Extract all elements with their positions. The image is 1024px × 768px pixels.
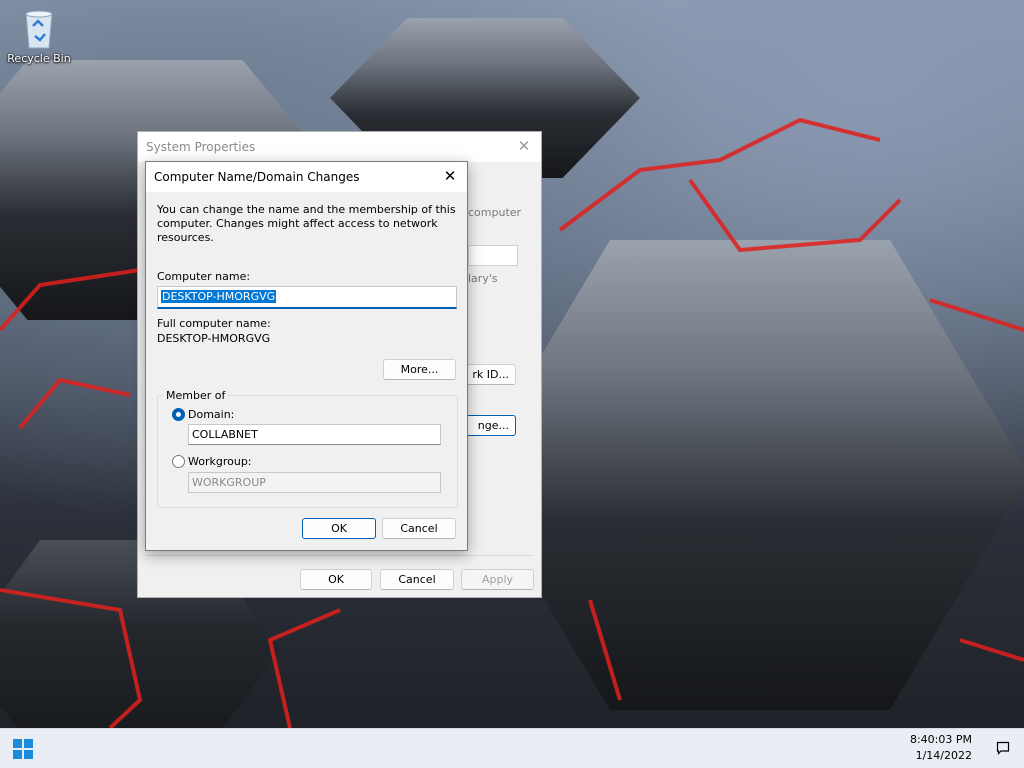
title-bar: Computer Name/Domain Changes ✕: [146, 162, 467, 193]
clock-time: 8:40:03 PM: [909, 733, 972, 746]
partial-input: [468, 245, 518, 266]
partial-text-library: lary's: [468, 272, 498, 285]
windows-logo-icon: [13, 750, 22, 759]
more-button[interactable]: More...: [383, 359, 456, 380]
apply-button[interactable]: Apply: [461, 569, 534, 590]
cancel-button[interactable]: Cancel: [380, 569, 454, 590]
ok-button[interactable]: OK: [300, 569, 372, 590]
dialog-description: You can change the name and the membersh…: [157, 203, 456, 244]
network-id-label: rk ID...: [472, 368, 509, 381]
clock-date: 1/14/2022: [915, 749, 972, 762]
domain-input[interactable]: COLLABNET: [188, 424, 441, 445]
title-bar: System Properties ✕: [138, 132, 541, 162]
window-title: System Properties: [146, 140, 256, 154]
close-icon[interactable]: ✕: [515, 137, 533, 155]
windows-logo-icon: [13, 739, 22, 748]
member-of-label: Member of: [163, 389, 229, 402]
domain-label: Domain:: [188, 408, 235, 421]
full-computer-name-value: DESKTOP-HMORGVG: [157, 332, 271, 345]
windows-logo-icon: [24, 750, 33, 759]
computer-name-input[interactable]: DESKTOP-HMORGVG: [157, 286, 457, 309]
partial-text-computer: computer: [468, 206, 522, 219]
computer-name-dialog: Computer Name/Domain Changes ✕ You can c…: [145, 161, 468, 551]
computer-name-value: DESKTOP-HMORGVG: [161, 290, 277, 303]
computer-name-label: Computer name:: [157, 270, 251, 283]
notification-icon[interactable]: [996, 741, 1010, 755]
workgroup-radio[interactable]: [172, 455, 185, 468]
recycle-bin-icon: [22, 6, 56, 50]
dialog-title: Computer Name/Domain Changes: [154, 170, 360, 184]
workgroup-input[interactable]: WORKGROUP: [188, 472, 441, 493]
start-button[interactable]: [13, 739, 33, 759]
domain-radio[interactable]: [172, 408, 185, 421]
full-computer-name-label: Full computer name:: [157, 317, 271, 330]
close-icon[interactable]: ✕: [441, 167, 459, 185]
desktop-icon-label: Recycle Bin: [7, 52, 71, 65]
system-clock[interactable]: 8:40:03 PM 1/14/2022: [910, 732, 972, 764]
windows-logo-icon: [24, 739, 33, 748]
taskbar: 8:40:03 PM 1/14/2022: [0, 728, 1024, 768]
cancel-button[interactable]: Cancel: [382, 518, 456, 539]
ok-button[interactable]: OK: [302, 518, 376, 539]
domain-value: COLLABNET: [192, 428, 258, 441]
tab-panel-edge: [146, 555, 532, 556]
workgroup-label: Workgroup:: [188, 455, 252, 468]
workgroup-value: WORKGROUP: [192, 476, 266, 489]
desktop-icon-recycle-bin[interactable]: Recycle Bin: [6, 6, 72, 65]
change-label: nge...: [477, 419, 509, 432]
